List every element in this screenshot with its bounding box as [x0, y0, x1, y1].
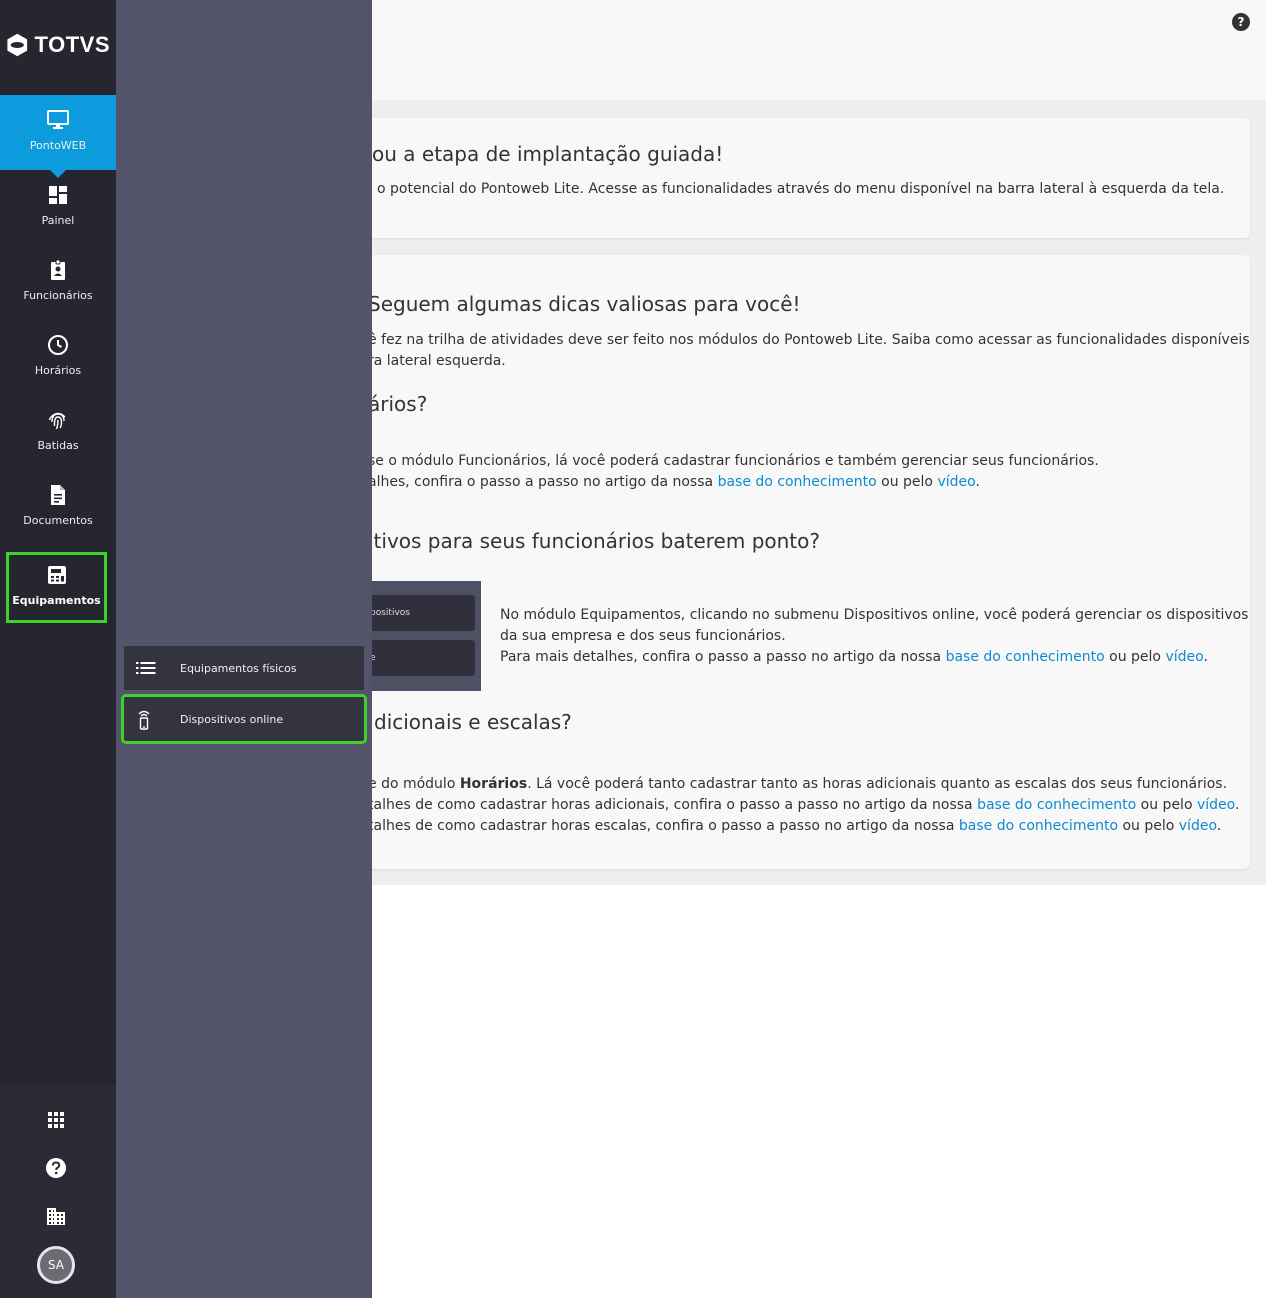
video-link[interactable]: vídeo: [1179, 818, 1217, 834]
tips-intro-line-2: ra lateral esquerda.: [372, 353, 506, 369]
knowledge-base-link[interactable]: base do conhecimento: [977, 797, 1136, 813]
sidebar-item-label: PontoWEB: [29, 139, 87, 152]
sidebar: TOTVS PontoWEB Painel Funcionários Horár: [0, 0, 116, 1298]
tips-intro-line-1: ê fez na trilha de atividades deve ser f…: [372, 332, 1250, 348]
avatar[interactable]: SA: [37, 1246, 75, 1284]
section-funcionarios-line-1: se o módulo Funcionários, lá você poderá…: [372, 453, 1099, 469]
badge-icon: [45, 257, 71, 283]
text: .: [975, 474, 980, 490]
text: ou pelo: [1104, 649, 1166, 665]
submenu-preview-image: positivos e: [372, 581, 481, 691]
text: ou pelo: [1136, 797, 1197, 813]
welcome-card: ou a etapa de implantação guiada! o pote…: [372, 118, 1250, 238]
equipment-icon: [44, 562, 70, 588]
text: alhes, confira o passo a passo no artigo…: [372, 474, 718, 490]
apps-grid-icon[interactable]: [42, 1106, 70, 1134]
section-dispositivos-line-3: Para mais detalhes, confira o passo a pa…: [500, 647, 1208, 668]
totvs-logo-icon: [7, 33, 28, 57]
tips-title: Seguem algumas dicas valiosas para você!: [372, 292, 801, 316]
sidebar-item-batidas[interactable]: Batidas: [0, 395, 116, 470]
section-dispositivos-line-1: No módulo Equipamentos, clicando no subm…: [500, 607, 1249, 623]
section-horas-line-2: talhes de como cadastrar horas adicionai…: [372, 795, 1239, 816]
section-dispositivos-line-2: da sua empresa e dos seus funcionários.: [500, 628, 786, 644]
sidebar-item-pontoweb[interactable]: PontoWEB: [0, 95, 116, 178]
sidebar-item-horarios[interactable]: Horários: [0, 320, 116, 395]
sidebar-item-label: Batidas: [37, 439, 79, 452]
knowledge-base-link[interactable]: base do conhecimento: [959, 818, 1118, 834]
text: talhes de como cadastrar horas escalas, …: [372, 818, 959, 834]
text: e do módulo: [372, 776, 460, 792]
text: ou pelo: [876, 474, 938, 490]
section-funcionarios-title: ários?: [372, 392, 428, 416]
fingerprint-icon: [45, 407, 71, 433]
sidebar-item-documentos[interactable]: Documentos: [0, 470, 116, 545]
sidebar-item-label: Painel: [41, 214, 75, 227]
mobile-signal-icon: [136, 708, 176, 730]
text: talhes de como cadastrar horas adicionai…: [372, 797, 978, 813]
submenu-item-dispositivos-online[interactable]: Dispositivos online: [121, 694, 367, 744]
monitor-icon: [45, 107, 71, 133]
building-icon[interactable]: [42, 1202, 70, 1230]
list-icon: [136, 661, 176, 675]
text: Para mais detalhes, confira o passo a pa…: [500, 649, 946, 665]
sidebar-item-funcionarios[interactable]: Funcionários: [0, 245, 116, 320]
welcome-title: ou a etapa de implantação guiada!: [372, 142, 724, 166]
document-icon: [45, 482, 71, 508]
section-horas-title: dicionais e escalas?: [374, 710, 572, 734]
top-bar: ?: [372, 0, 1266, 100]
sidebar-item-label: Equipamentos: [12, 594, 101, 607]
text: .: [1203, 649, 1208, 665]
text: . Lá você poderá tanto cadastrar tanto a…: [527, 776, 1228, 792]
knowledge-base-link[interactable]: base do conhecimento: [718, 474, 877, 490]
help-icon[interactable]: [42, 1154, 70, 1182]
video-link[interactable]: vídeo: [1165, 649, 1203, 665]
submenu-item-label: Equipamentos físicos: [180, 661, 297, 675]
welcome-text: o potencial do Pontoweb Lite. Acesse as …: [377, 181, 1225, 197]
totvs-logo[interactable]: TOTVS: [6, 30, 110, 60]
sidebar-item-label: Funcionários: [23, 289, 93, 302]
clock-icon: [45, 332, 71, 358]
dashboard-icon: [45, 182, 71, 208]
sidebar-item-equipamentos[interactable]: Equipamentos: [6, 552, 107, 623]
sidebar-item-painel[interactable]: Painel: [0, 170, 116, 245]
tips-card: Seguem algumas dicas valiosas para você!…: [372, 255, 1250, 869]
video-link[interactable]: vídeo: [937, 474, 975, 490]
text: .: [1234, 797, 1240, 813]
sidebar-item-label: Horários: [34, 364, 82, 377]
section-horas-line-1: e do módulo Horários. Lá você poderá tan…: [372, 774, 1227, 795]
section-dispositivos-title: itivos para seus funcionários baterem po…: [372, 529, 821, 553]
section-horas-line-3: talhes de como cadastrar horas escalas, …: [372, 816, 1221, 837]
section-funcionarios-line-2: alhes, confira o passo a passo no artigo…: [372, 472, 980, 493]
sidebar-nav: TOTVS PontoWEB Painel Funcionários Horár: [0, 0, 116, 1084]
submenu-item-label: Dispositivos online: [180, 712, 284, 726]
submenu-item-equipamentos-fisicos[interactable]: Equipamentos físicos: [124, 646, 364, 690]
preview-button-dispositivos: positivos: [372, 595, 475, 631]
preview-button-online: e: [372, 640, 475, 676]
sidebar-item-label: Documentos: [23, 514, 93, 527]
knowledge-base-link[interactable]: base do conhecimento: [946, 649, 1105, 665]
main-content: ou a etapa de implantação guiada! o pote…: [372, 100, 1266, 885]
text: Horários: [459, 776, 528, 792]
text: .: [1216, 818, 1222, 834]
text: ou pelo: [1118, 818, 1179, 834]
video-link[interactable]: vídeo: [1197, 797, 1235, 813]
help-icon[interactable]: ?: [1232, 13, 1250, 31]
brand-name: TOTVS: [34, 32, 110, 57]
equipamentos-submenu: Equipamentos físicos Dispositivos online: [116, 0, 372, 1298]
